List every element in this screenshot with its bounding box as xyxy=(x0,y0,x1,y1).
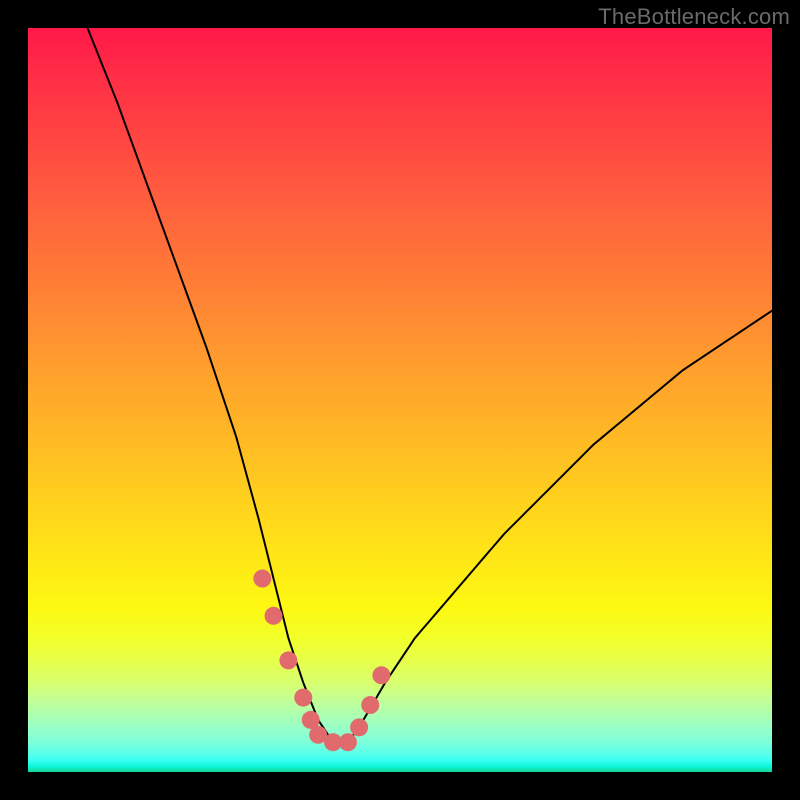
highlight-point xyxy=(361,696,379,714)
highlight-point xyxy=(294,689,312,707)
curve-svg xyxy=(28,28,772,772)
watermark-text: TheBottleneck.com xyxy=(598,4,790,30)
highlight-point xyxy=(372,666,390,684)
highlight-point xyxy=(350,718,368,736)
highlight-point xyxy=(339,733,357,751)
highlight-point xyxy=(253,570,271,588)
highlight-point xyxy=(265,607,283,625)
bottleneck-curve xyxy=(88,28,772,742)
plot-area xyxy=(28,28,772,772)
chart-stage: TheBottleneck.com xyxy=(0,0,800,800)
highlight-point xyxy=(279,651,297,669)
